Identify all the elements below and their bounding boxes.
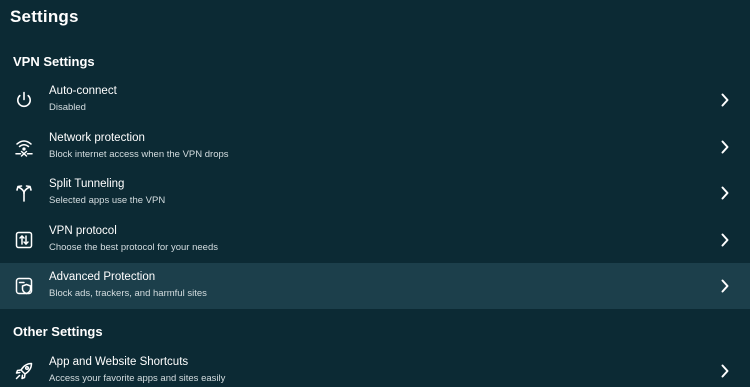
shield-icon: [13, 275, 35, 297]
rocket-icon: [13, 360, 35, 382]
setting-row-advanced-protection[interactable]: Advanced Protection Block ads, trackers,…: [0, 263, 750, 309]
section-title-other-settings: Other Settings: [13, 324, 103, 339]
setting-title: Split Tunneling: [49, 178, 125, 190]
chevron-right-icon: [720, 232, 730, 248]
protocol-icon: [13, 229, 35, 251]
setting-title: App and Website Shortcuts: [49, 356, 189, 368]
power-icon: [13, 89, 35, 111]
chevron-right-icon: [720, 139, 730, 155]
chevron-right-icon: [720, 92, 730, 108]
setting-subtitle: Choose the best protocol for your needs: [49, 242, 218, 253]
setting-title: VPN protocol: [49, 225, 117, 237]
network-protection-icon: [13, 136, 35, 158]
chevron-right-icon: [720, 278, 730, 294]
setting-title: Advanced Protection: [49, 271, 156, 283]
setting-row-split-tunneling[interactable]: Split Tunneling Selected apps use the VP…: [0, 170, 750, 216]
chevron-right-icon: [720, 185, 730, 201]
setting-row-auto-connect[interactable]: Auto-connect Disabled: [0, 77, 750, 123]
setting-title: Network protection: [49, 132, 145, 144]
setting-subtitle: Selected apps use the VPN: [49, 195, 166, 206]
page-title: Settings: [10, 7, 79, 26]
split-tunnel-icon: [13, 182, 35, 204]
setting-title: Auto-connect: [49, 85, 117, 97]
setting-subtitle: Block ads, trackers, and harmful sites: [49, 288, 207, 299]
setting-subtitle: Access your favorite apps and sites easi…: [49, 373, 226, 384]
settings-screen: Settings VPN Settings Auto-connect Disab…: [0, 0, 750, 387]
setting-subtitle: Block internet access when the VPN drops: [49, 149, 229, 160]
setting-row-network-protection[interactable]: Network protection Block internet access…: [0, 124, 750, 170]
section-title-vpn-settings: VPN Settings: [13, 54, 95, 69]
chevron-right-icon: [720, 363, 730, 379]
setting-row-app-website-shortcuts[interactable]: App and Website Shortcuts Access your fa…: [0, 348, 750, 387]
setting-row-vpn-protocol[interactable]: VPN protocol Choose the best protocol fo…: [0, 217, 750, 263]
setting-subtitle: Disabled: [49, 102, 86, 113]
